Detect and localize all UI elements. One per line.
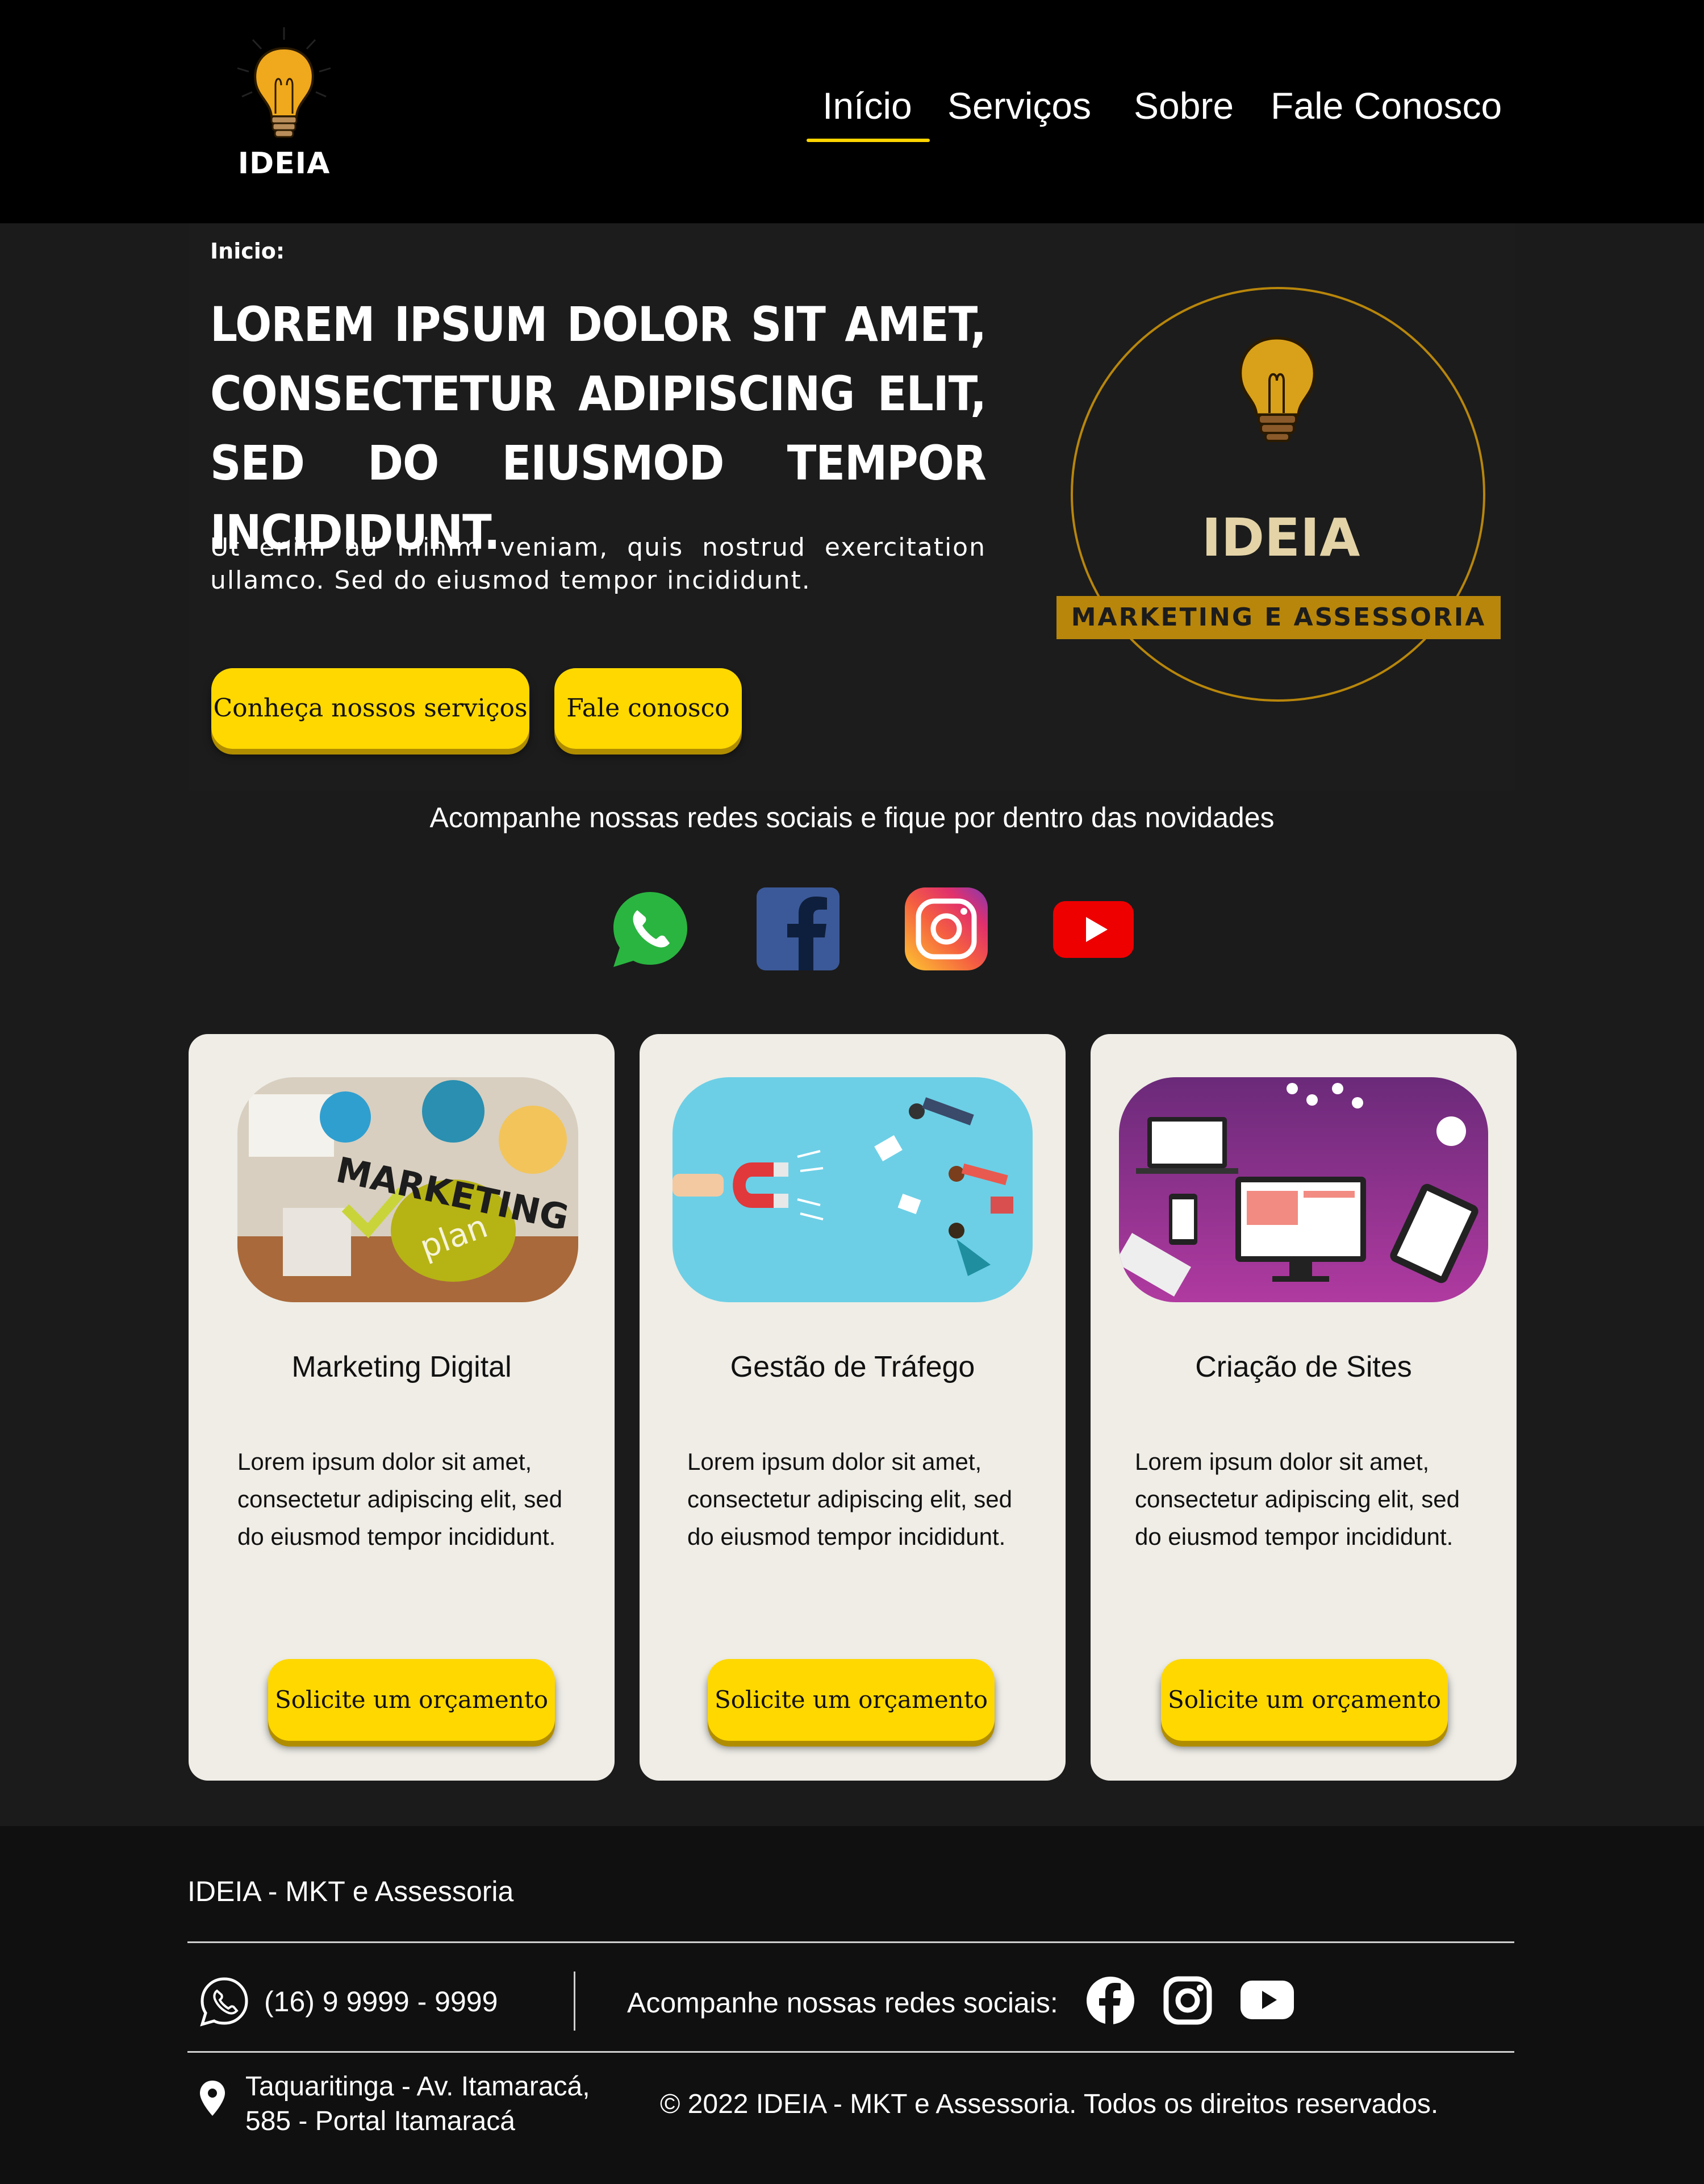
nav-inicio[interactable]: Início	[822, 84, 912, 127]
emblem-subtitle: MARKETING E ASSESSORIA	[1056, 596, 1501, 639]
footer-copyright: © 2022 IDEIA - MKT e Assessoria. Todos o…	[660, 2089, 1439, 2119]
facebook-icon[interactable]	[757, 887, 840, 970]
service-title: Gestão de Tráfego	[730, 1351, 975, 1383]
hero-headline: LOREM IPSUM DOLOR SIT AMET, CONSECTETUR …	[210, 297, 987, 560]
site-header: IDEIA Início Serviços Sobre Fale Conosco	[0, 0, 1704, 223]
brand-logo[interactable]: IDEIA	[222, 23, 346, 187]
service-card-sites: Criação de Sites Lorem ipsum dolor sit a…	[1091, 1034, 1517, 1781]
service-description: Lorem ipsum dolor sit amet, consectetur …	[687, 1448, 1012, 1550]
footer-address-line1: Taquaritinga - Av. Itamaracá,	[245, 2072, 590, 2102]
facebook-footer-icon[interactable]	[1086, 1976, 1135, 2025]
contact-button[interactable]: Fale conosco	[554, 668, 742, 749]
social-title: Acompanhe nossas redes sociais e fique p…	[429, 802, 1275, 833]
service-card-trafego: Gestão de Tráfego Lorem ipsum dolor sit …	[640, 1034, 1066, 1781]
hero-lead: Ut enim ad minim veniam, quis nostrud ex…	[210, 533, 986, 595]
marketing-plan-image: MARKETING plan	[237, 1077, 578, 1302]
lightbulb-icon	[237, 27, 331, 138]
footer-divider-bottom	[187, 2051, 1514, 2053]
footer-divider-top	[187, 1941, 1514, 1943]
whatsapp-outline-icon[interactable]	[199, 1976, 250, 2027]
location-pin-icon	[199, 2079, 226, 2117]
traffic-magnet-image	[673, 1077, 1033, 1302]
emblem-title: IDEIA	[1201, 507, 1360, 568]
logo-text: IDEIA	[237, 147, 331, 181]
breadcrumb: Inicio:	[210, 239, 285, 264]
brand-emblem: IDEIA MARKETING E ASSESSORIA	[1056, 287, 1505, 707]
service-title: Marketing Digital	[291, 1351, 512, 1383]
nav-fale-conosco[interactable]: Fale Conosco	[1271, 84, 1502, 127]
nav-sobre[interactable]: Sobre	[1134, 84, 1234, 127]
footer-brand: IDEIA - MKT e Assessoria	[187, 1875, 514, 1907]
instagram-icon[interactable]	[905, 887, 988, 970]
service-title: Criação de Sites	[1195, 1351, 1412, 1383]
service-description: Lorem ipsum dolor sit amet, consectetur …	[1135, 1448, 1460, 1550]
services-button[interactable]: Conheça nossos serviços	[211, 668, 529, 749]
website-devices-image	[1119, 1077, 1488, 1302]
quote-button-trafego[interactable]: Solicite um orçamento	[708, 1659, 995, 1741]
footer-phone[interactable]: (16) 9 9999 - 9999	[264, 1985, 498, 2018]
youtube-footer-icon[interactable]	[1241, 1977, 1294, 2023]
footer-social-label: Acompanhe nossas redes sociais:	[627, 1987, 1058, 2019]
nav-servicos[interactable]: Serviços	[947, 84, 1091, 127]
service-card-marketing: MARKETING plan Marketing Digital Lorem i…	[189, 1034, 615, 1781]
service-description: Lorem ipsum dolor sit amet, consectetur …	[237, 1448, 562, 1550]
nav-active-indicator	[807, 139, 930, 142]
quote-button-marketing[interactable]: Solicite um orçamento	[268, 1659, 555, 1741]
footer-vertical-divider	[574, 1972, 575, 2031]
footer-address-line2: 585 - Portal Itamaracá	[245, 2106, 515, 2136]
youtube-icon[interactable]	[1052, 887, 1135, 970]
quote-button-sites[interactable]: Solicite um orçamento	[1161, 1659, 1448, 1741]
instagram-footer-icon[interactable]	[1163, 1976, 1212, 2025]
whatsapp-icon[interactable]	[609, 887, 692, 970]
